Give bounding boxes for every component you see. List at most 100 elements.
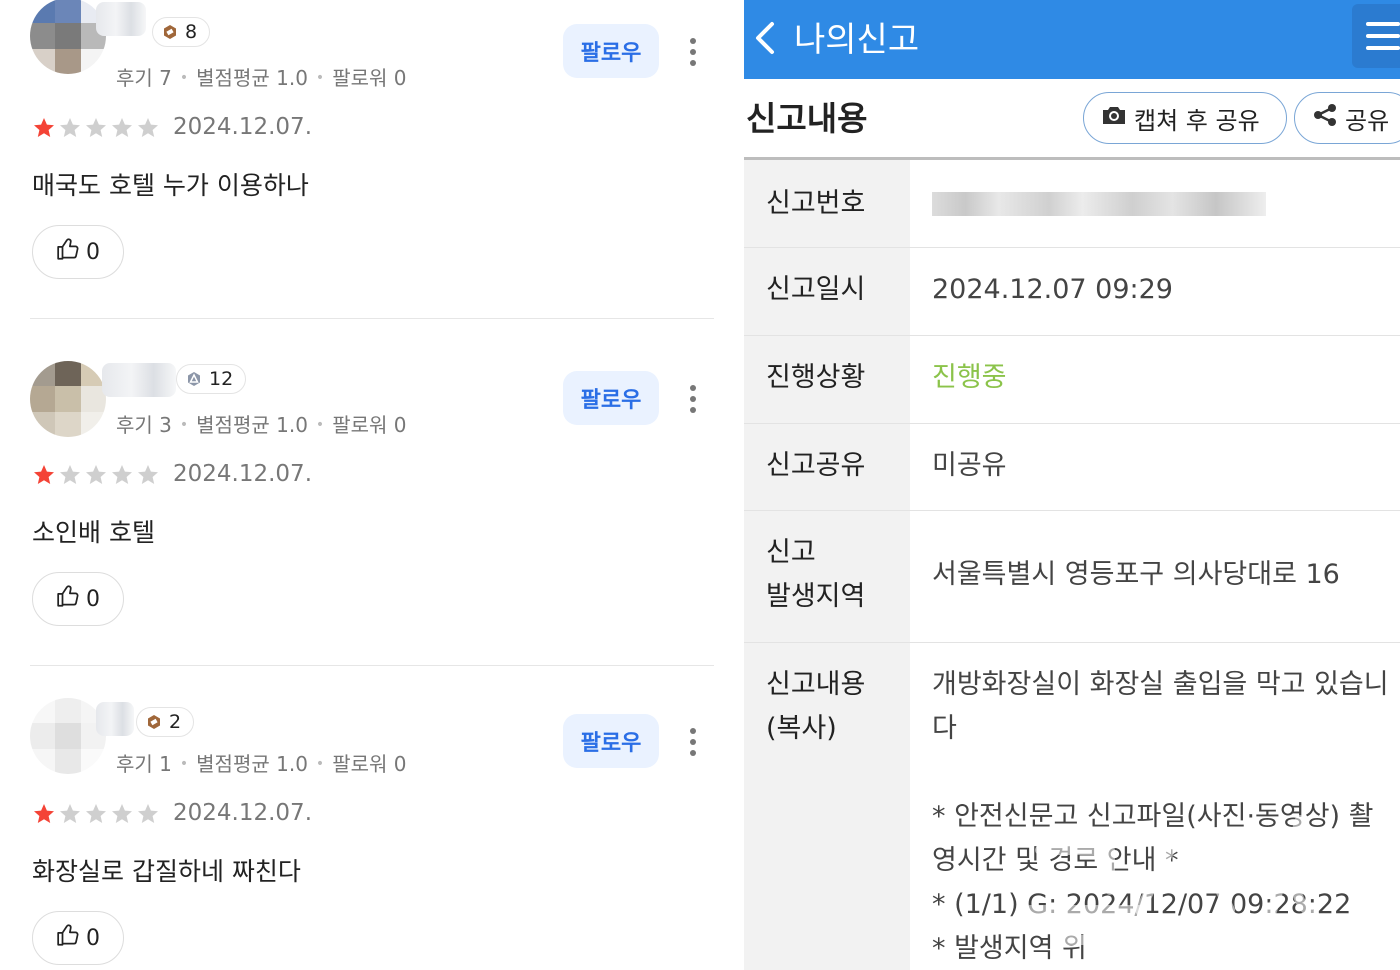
follow-button[interactable]: 팔로우 [563, 371, 659, 425]
like-button[interactable]: 0 [32, 911, 124, 965]
follower-count: 팔로워 0 [332, 66, 407, 90]
username-blurred [96, 2, 146, 36]
divider [30, 318, 714, 319]
review-count: 후기 7 [116, 66, 172, 90]
content-line: * (1/1) G: 2024/12/07 09:28:22 [932, 889, 1352, 920]
report-share-status: 미공유 [932, 450, 1007, 481]
label-report-location-2: 발생지역 [766, 581, 866, 612]
thumbs-up-icon [56, 922, 82, 954]
like-button[interactable]: 0 [32, 225, 124, 279]
label-report-status: 진행상황 [766, 362, 866, 393]
username-blurred [96, 702, 134, 736]
label-report-content-2: (복사) [766, 713, 837, 744]
like-count: 0 [86, 925, 100, 951]
star-empty-icon [86, 118, 106, 137]
row-report-location: 신고 발생지역 서울특별시 영등포구 의사당대로 16 [744, 511, 1400, 643]
label-report-number: 신고번호 [766, 188, 866, 219]
kebab-menu-icon[interactable] [685, 722, 701, 762]
label-report-location-1: 신고 [766, 537, 816, 568]
hamburger-menu-icon[interactable] [1352, 4, 1400, 68]
share-label: 공유 [1345, 106, 1390, 135]
kebab-menu-icon[interactable] [685, 379, 701, 419]
content-line: * 안전신문고 신고파일(사진·동영상) 촬 [932, 801, 1374, 832]
star-filled-icon [34, 118, 54, 137]
review-meta: 후기 7 • 별점평균 1.0 • 팔로워 0 [116, 66, 407, 90]
star-empty-icon [112, 118, 132, 137]
capture-share-button[interactable]: 캡쳐 후 공유 [1083, 92, 1287, 144]
content-line: 개방화장실이 화장실 출입을 막고 있습니 [932, 669, 1389, 700]
silver-badge-icon [185, 370, 203, 388]
level-badge: 2 [136, 707, 195, 737]
thumbs-up-icon [56, 583, 82, 615]
content-line: 영시간 및 경로 안내 * [932, 845, 1179, 876]
star-empty-icon [60, 465, 80, 484]
like-button[interactable]: 0 [32, 572, 124, 626]
level-badge: 8 [152, 17, 211, 47]
badge-level: 12 [209, 368, 234, 390]
star-empty-icon [86, 465, 106, 484]
bronze-badge-icon [145, 713, 163, 731]
follower-count: 팔로워 0 [332, 752, 407, 776]
report-datetime: 2024.12.07 09:29 [932, 274, 1173, 305]
follow-button[interactable]: 팔로우 [563, 24, 659, 78]
username-blurred [102, 363, 176, 397]
avatar[interactable] [30, 0, 106, 74]
label-report-datetime: 신고일시 [766, 274, 866, 305]
kebab-menu-icon[interactable] [685, 32, 701, 72]
label-report-share: 신고공유 [766, 450, 866, 481]
star-empty-icon [112, 804, 132, 823]
star-rating [32, 802, 160, 826]
page-title: 나의신고 [794, 20, 920, 60]
avatar[interactable] [30, 361, 106, 437]
review-list: 8 후기 7 • 별점평균 1.0 • 팔로워 0 팔로우 2024.12.07. 매국… [0, 0, 744, 970]
review-meta: 후기 1 • 별점평균 1.0 • 팔로워 0 [116, 752, 407, 776]
star-empty-icon [138, 465, 158, 484]
review-text: 매국도 호텔 누가 이용하나 [32, 171, 309, 200]
review-date: 2024.12.07. [173, 114, 312, 140]
level-badge: 12 [176, 364, 247, 394]
follower-count: 팔로워 0 [332, 413, 407, 437]
average-rating: 별점평균 1.0 [196, 413, 308, 437]
badge-level: 8 [185, 21, 198, 43]
bronze-badge-icon [161, 23, 179, 41]
thumbs-up-icon [56, 236, 82, 268]
row-report-datetime: 신고일시 2024.12.07 09:29 [744, 248, 1400, 336]
star-empty-icon [60, 118, 80, 137]
section-title: 신고내용 [746, 99, 868, 138]
capture-share-label: 캡쳐 후 공유 [1134, 106, 1260, 135]
review-count: 후기 3 [116, 413, 172, 437]
avatar[interactable] [30, 698, 106, 774]
share-icon [1311, 101, 1339, 135]
report-content-text: 개방화장실이 화장실 출입을 막고 있습니 다 * 안전신문고 신고파일(사진·… [932, 663, 1392, 970]
like-count: 0 [86, 239, 100, 265]
follow-button[interactable]: 팔로우 [563, 714, 659, 768]
content-line: 다 [932, 713, 957, 744]
row-report-content: 신고내용 (복사) 개방화장실이 화장실 출입을 막고 있습니 다 * 안전신문… [744, 643, 1400, 970]
star-rating [32, 463, 160, 487]
average-rating: 별점평균 1.0 [196, 752, 308, 776]
star-rating [32, 116, 160, 140]
report-panel: 나의신고 신고내용 캡쳐 후 공유 공유 신고번호 신고일시 2024.12.0… [744, 0, 1400, 970]
like-count: 0 [86, 586, 100, 612]
star-empty-icon [86, 804, 106, 823]
review-meta: 후기 3 • 별점평균 1.0 • 팔로워 0 [116, 413, 407, 437]
status-badge: 진행중 [932, 362, 1007, 393]
row-report-share: 신고공유 미공유 [744, 424, 1400, 511]
share-button[interactable]: 공유 [1294, 92, 1400, 144]
star-empty-icon [60, 804, 80, 823]
review-count: 후기 1 [116, 752, 172, 776]
review-text: 소인배 호텔 [32, 518, 155, 547]
back-chevron-icon[interactable] [750, 18, 780, 58]
star-filled-icon [34, 465, 54, 484]
star-empty-icon [112, 465, 132, 484]
content-line: * 발생지역 위도:37.52739918170664 [932, 933, 1087, 964]
row-report-status: 진행상황 진행중 [744, 336, 1400, 424]
camera-icon [1100, 101, 1128, 135]
star-empty-icon [138, 804, 158, 823]
report-location: 서울특별시 영등포구 의사당대로 16 [932, 559, 1340, 590]
app-header: 나의신고 [744, 0, 1400, 79]
report-number-blurred [932, 192, 1266, 216]
review-date: 2024.12.07. [173, 461, 312, 487]
review-text: 화장실로 갑질하네 짜친다 [32, 857, 301, 886]
average-rating: 별점평균 1.0 [196, 66, 308, 90]
